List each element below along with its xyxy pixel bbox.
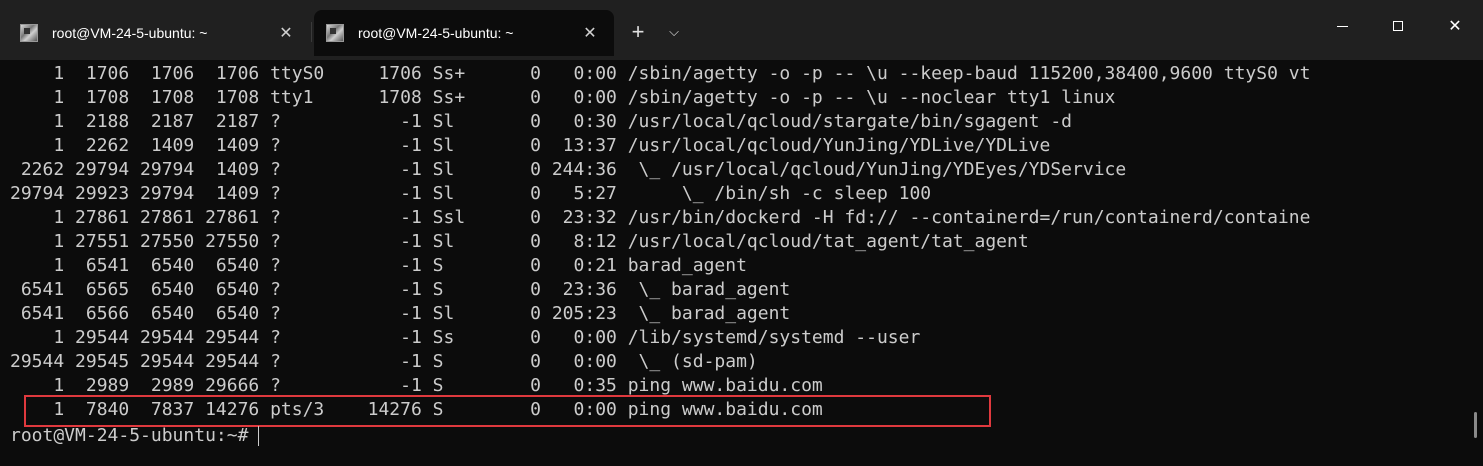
tab-title: root@VM-24-5-ubuntu: ~ — [358, 25, 514, 41]
highlight-annotation-box — [24, 395, 991, 427]
output-line: 1 1706 1706 1706 ttyS0 1706 Ss+ 0 0:00 /… — [10, 63, 1311, 84]
terminal-tab-icon — [326, 24, 344, 42]
terminal-window: root@VM-24-5-ubuntu: ~ ✕ root@VM-24-5-ub… — [0, 0, 1483, 466]
scrollbar-thumb[interactable] — [1474, 412, 1477, 438]
tab-title: root@VM-24-5-ubuntu: ~ — [52, 25, 208, 41]
tab-divider — [311, 22, 312, 42]
close-icon[interactable]: ✕ — [274, 21, 298, 45]
shell-prompt[interactable]: root@VM-24-5-ubuntu:~# — [10, 424, 260, 448]
output-line: 1 29544 29544 29544 ? -1 Ss 0 0:00 /lib/… — [10, 327, 921, 348]
output-line: 1 2188 2187 2187 ? -1 Sl 0 0:30 /usr/loc… — [10, 111, 1073, 132]
title-bar: root@VM-24-5-ubuntu: ~ ✕ root@VM-24-5-ub… — [0, 0, 1483, 60]
maximize-icon — [1393, 21, 1403, 31]
close-window-button[interactable]: ✕ — [1427, 0, 1483, 52]
output-line: 1 6541 6540 6540 ? -1 S 0 0:21 barad_age… — [10, 255, 747, 276]
output-line: 29544 29545 29544 29544 ? -1 S 0 0:00 \_… — [10, 351, 758, 372]
close-icon[interactable]: ✕ — [578, 21, 602, 45]
text-cursor — [258, 426, 260, 446]
output-line: 6541 6565 6540 6540 ? -1 S 0 23:36 \_ ba… — [10, 279, 791, 300]
tab-inactive[interactable]: root@VM-24-5-ubuntu: ~ ✕ — [8, 10, 310, 56]
output-line: 2262 29794 29794 1409 ? -1 Sl 0 244:36 \… — [10, 159, 1127, 180]
output-line: 1 27551 27550 27550 ? -1 Sl 0 8:12 /usr/… — [10, 231, 1029, 252]
maximize-button[interactable] — [1370, 0, 1426, 52]
output-line: 1 27861 27861 27861 ? -1 Ssl 0 23:32 /us… — [10, 207, 1311, 228]
chevron-down-icon[interactable]: ⌵ — [660, 18, 688, 46]
new-tab-button[interactable]: + — [624, 18, 652, 46]
terminal-tab-icon — [20, 24, 38, 42]
prompt-text: root@VM-24-5-ubuntu:~# — [10, 425, 249, 446]
output-line: 1 2262 1409 1409 ? -1 Sl 0 13:37 /usr/lo… — [10, 135, 1051, 156]
tab-active[interactable]: root@VM-24-5-ubuntu: ~ ✕ — [314, 10, 614, 56]
minimize-button[interactable] — [1314, 0, 1370, 52]
output-line: 1 1708 1708 1708 tty1 1708 Ss+ 0 0:00 /s… — [10, 87, 1116, 108]
close-icon: ✕ — [1448, 18, 1462, 35]
output-line: 29794 29923 29794 1409 ? -1 Sl 0 5:27 \_… — [10, 183, 932, 204]
output-line: 6541 6566 6540 6540 ? -1 Sl 0 205:23 \_ … — [10, 303, 791, 324]
process-list: 1 1706 1706 1706 ttyS0 1706 Ss+ 0 0:00 /… — [10, 62, 1310, 422]
terminal-output[interactable]: 1 1706 1706 1706 ttyS0 1706 Ss+ 0 0:00 /… — [0, 60, 1483, 466]
minimize-icon — [1336, 25, 1348, 27]
